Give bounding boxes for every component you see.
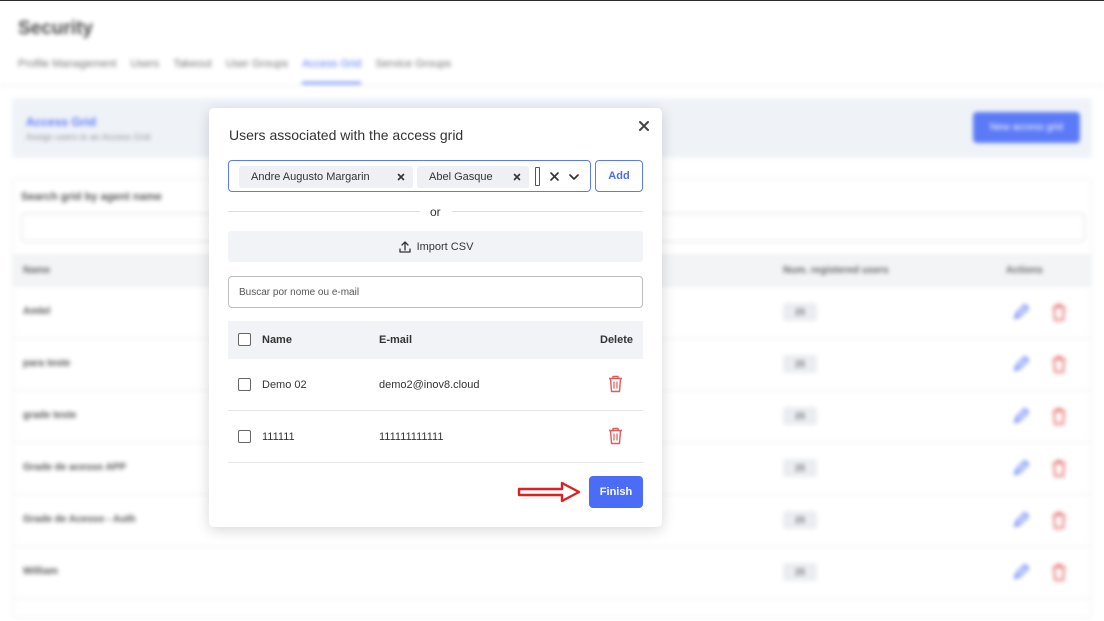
column-name: Name [262,334,292,346]
or-label: or [430,205,441,219]
tab-divider [0,85,1104,86]
tab-user-groups[interactable]: User Groups [226,58,288,84]
users-dialog: Users associated with the access grid An… [209,108,662,527]
search-users-input[interactable] [228,276,643,308]
grid-name: Grade de acesso APP [23,462,127,473]
clear-selection-icon[interactable] [549,171,560,182]
add-button[interactable]: Add [595,160,643,192]
banner-title: Access Grid [26,115,97,129]
grid-name: Grade de Acesso - Auth [23,514,136,525]
table-row: William 25 [13,547,1091,599]
selected-user-chip: Abel Gasque [417,166,529,188]
column-registered-users: Num. registered users [783,265,889,276]
table-row: 111111 111111111111 [228,411,643,463]
or-divider-left [228,211,420,212]
row-checkbox[interactable] [238,378,251,391]
user-email: demo2@inov8.cloud [379,379,480,391]
red-arrow-annotation [517,481,581,503]
edit-icon[interactable] [1011,354,1031,374]
tab-service-groups[interactable]: Service Groups [375,58,451,84]
user-email: 111111111111 [379,431,444,443]
import-csv-label: Import CSV [416,240,474,253]
row-checkbox[interactable] [238,430,251,443]
chip-label: Andre Augusto Margarin [251,171,370,183]
banner-subtitle: Assign users to an Access Grid [26,132,151,142]
column-name: Name [23,265,51,276]
registered-count-badge: 25 [783,563,817,581]
chip-label: Abel Gasque [429,171,493,183]
edit-icon[interactable] [1011,510,1031,530]
column-delete: Delete [600,334,634,346]
column-email: E-mail [379,334,413,346]
edit-icon[interactable] [1011,406,1031,426]
remove-chip-icon[interactable] [395,171,407,183]
selected-user-chip: Andre Augusto Margarin [239,166,413,188]
trash-icon[interactable] [1049,562,1069,582]
search-grid-label: Search grid by agent name [21,191,162,203]
select-all-checkbox[interactable] [238,333,251,346]
grid-name: William [23,566,58,577]
finish-button[interactable]: Finish [589,476,643,508]
trash-icon[interactable] [608,427,623,445]
trash-icon[interactable] [608,375,623,393]
tab-takeout[interactable]: Takeout [173,58,212,84]
trash-icon[interactable] [1049,302,1069,322]
page-title: Security [18,18,93,39]
grid-name: para teste [23,358,71,369]
edit-icon[interactable] [1011,458,1031,478]
grid-name: grade teste [23,410,77,421]
tab-users[interactable]: Users [130,58,159,84]
edit-icon[interactable] [1011,562,1031,582]
upload-icon [398,240,411,253]
users-table-header: Name E-mail Delete [228,321,643,359]
dialog-title: Users associated with the access grid [229,127,464,143]
grid-name: Amlel [23,306,51,317]
edit-icon[interactable] [1011,302,1031,322]
text-cursor [535,167,540,186]
trash-icon[interactable] [1049,510,1069,530]
import-csv-button[interactable]: Import CSV [228,231,643,262]
trash-icon[interactable] [1049,406,1069,426]
tab-profile-management[interactable]: Profile Management [18,58,116,84]
remove-chip-icon[interactable] [511,171,523,183]
trash-icon[interactable] [1049,354,1069,374]
users-table: Name E-mail Delete Demo 02 demo2@inov8.c… [228,321,643,463]
registered-count-badge: 25 [783,303,817,321]
registered-count-badge: 25 [783,355,817,373]
or-divider-right [452,211,643,212]
chevron-down-icon[interactable] [568,171,580,183]
table-row: Demo 02 demo2@inov8.cloud [228,359,643,411]
trash-icon[interactable] [1049,458,1069,478]
close-icon[interactable] [636,118,652,134]
registered-count-badge: 25 [783,459,817,477]
column-actions: Actions [1006,265,1043,276]
user-name: Demo 02 [262,379,307,391]
user-name: 111111 [262,431,295,443]
tab-bar: Profile Management Users Takeout User Gr… [18,58,451,84]
tab-access-grid[interactable]: Access Grid [302,58,362,84]
registered-count-badge: 25 [783,511,817,529]
user-multiselect[interactable]: Andre Augusto Margarin Abel Gasque [228,160,591,192]
new-access-grid-button[interactable]: New access grid [973,112,1080,143]
registered-count-badge: 25 [783,407,817,425]
